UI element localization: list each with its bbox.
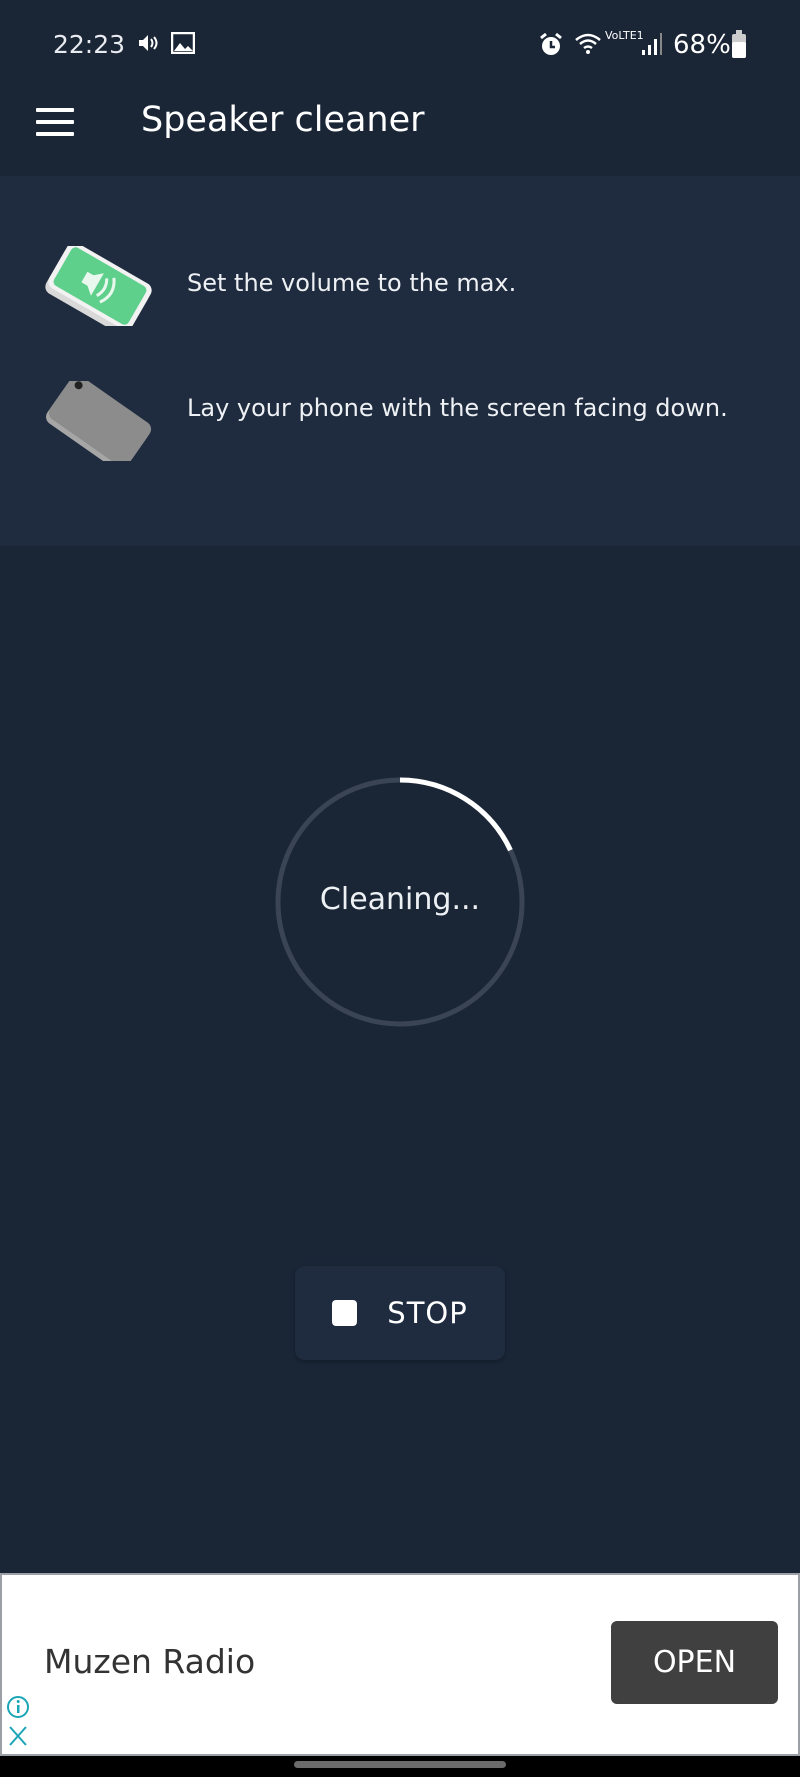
page-title: Speaker cleaner [141,100,425,140]
ad-open-button[interactable]: OPEN [611,1621,778,1704]
battery-percent: 68% [673,30,731,60]
stop-label: STOP [387,1296,468,1330]
volume-icon [139,35,158,51]
alarm-icon [540,32,562,55]
image-icon [171,32,195,54]
ad-info-icon[interactable] [6,1695,30,1719]
ad-banner[interactable]: Muzen Radio OPEN [0,1573,800,1756]
wifi-icon [575,33,601,54]
volte-indicator: VoLTE1 [605,29,644,42]
ad-close-icon[interactable] [8,1725,28,1747]
progress-label: Cleaning... [319,882,481,917]
instruction-step-2: Lay your phone with the screen facing do… [187,394,728,422]
home-gesture-handle[interactable] [294,1761,506,1768]
stop-button[interactable]: STOP [295,1266,505,1360]
ad-title: Muzen Radio [44,1642,256,1681]
menu-button[interactable] [36,108,74,136]
instruction-step-1: Set the volume to the max. [187,269,517,297]
phone-speaker-icon [45,246,152,326]
signal-icon [642,33,662,55]
status-time: 22:23 [53,30,126,59]
phone-face-down-icon [46,381,152,461]
battery-icon [732,30,746,58]
stop-icon [332,1300,358,1326]
status-bar: 22:23 VoLTE1 68% [0,0,800,90]
instructions-card: Set the volume to the max. Lay your phon… [0,176,800,546]
